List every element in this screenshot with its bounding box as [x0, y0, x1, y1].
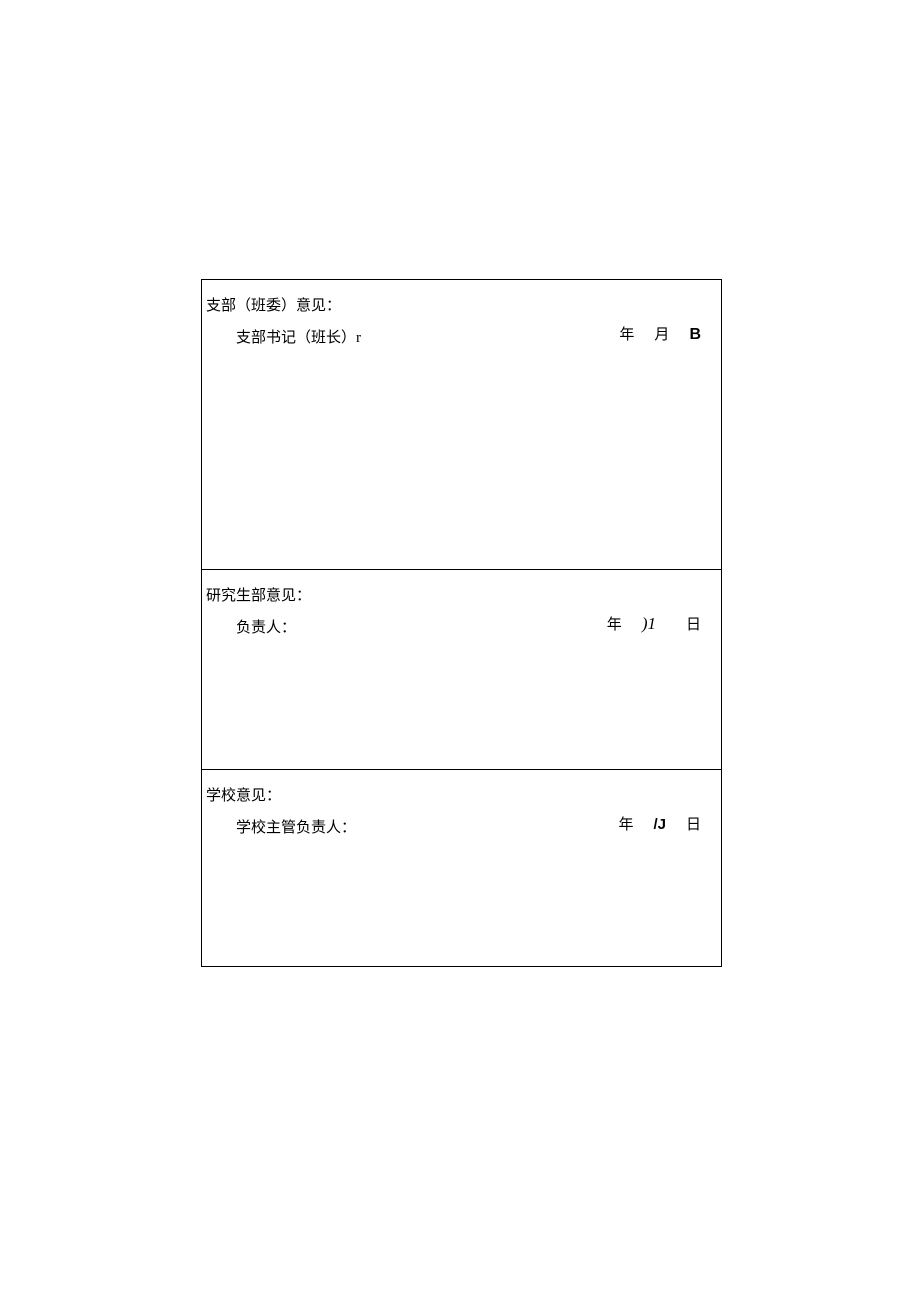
date-group-3: 年 /J 日 — [608, 813, 711, 834]
section-branch-committee: 支部（班委）意见： 支部书记（班长）r 年 月 B — [202, 280, 722, 570]
month-label-3: /J — [653, 816, 666, 833]
signer-label-2: 负责人： — [236, 616, 296, 637]
year-label-3: 年 — [618, 813, 633, 834]
day-label-3: 日 — [686, 813, 701, 834]
section-label-2: 研究生部意见： — [206, 584, 311, 605]
section-school: 学校意见： 学校主管负责人： 年 /J 日 — [202, 770, 722, 967]
day-label-2: 日 — [686, 613, 701, 634]
signer-label-3: 学校主管负责人： — [236, 816, 356, 837]
section-label-1: 支部（班委）意见： — [206, 294, 341, 315]
date-group-2: 年 )1 日 — [597, 613, 711, 634]
year-label-1: 年 — [619, 323, 634, 344]
section-graduate-dept: 研究生部意见： 负责人： 年 )1 日 — [202, 570, 722, 770]
approval-form-table: 支部（班委）意见： 支部书记（班长）r 年 月 B 研究生部意见： 负责人： 年… — [201, 279, 722, 967]
year-label-2: 年 — [607, 613, 622, 634]
day-label-1: B — [689, 326, 701, 344]
month-label-2: )1 — [642, 614, 656, 634]
section-label-3: 学校意见： — [206, 784, 281, 805]
month-label-1: 月 — [654, 323, 669, 344]
date-group-1: 年 月 B — [609, 323, 711, 344]
signer-label-1: 支部书记（班长）r — [236, 326, 361, 347]
